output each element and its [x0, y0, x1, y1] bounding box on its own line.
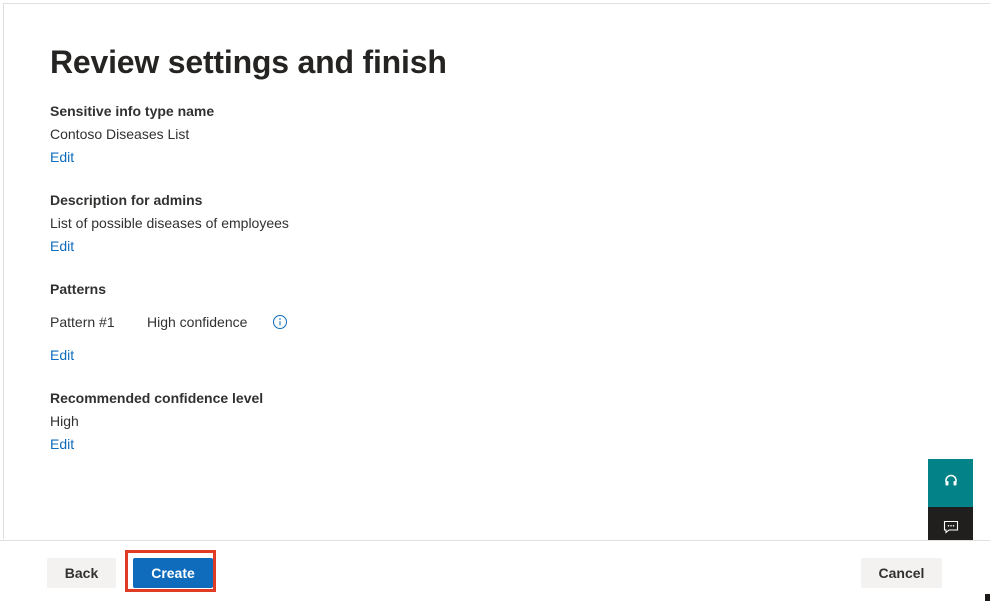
corner-edge — [985, 594, 990, 601]
cancel-button[interactable]: Cancel — [861, 558, 942, 588]
pattern-row: Pattern #1 High confidence — [50, 312, 288, 332]
wizard-footer: Back Create Cancel — [0, 540, 990, 602]
section-patterns: Patterns Pattern #1 High confidence Edit — [50, 279, 288, 365]
review-content: Review settings and finish Sensitive inf… — [50, 40, 910, 452]
pattern-confidence: High confidence — [147, 314, 248, 330]
create-button[interactable]: Create — [133, 558, 213, 588]
section-confidence-level: Recommended confidence level High Edit — [50, 388, 263, 454]
panel-top-divider — [3, 3, 990, 4]
section-label: Patterns — [50, 281, 107, 297]
section-value: Contoso Diseases List — [50, 126, 190, 142]
section-label: Description for admins — [50, 192, 203, 208]
section-description: Description for admins List of possible … — [50, 190, 289, 256]
edit-description-link[interactable]: Edit — [50, 236, 74, 256]
edit-confidence-link[interactable]: Edit — [50, 434, 74, 454]
edit-patterns-link[interactable]: Edit — [50, 345, 74, 365]
panel-left-divider — [3, 3, 4, 539]
edit-name-link[interactable]: Edit — [50, 147, 74, 167]
page-title: Review settings and finish — [50, 44, 447, 80]
review-wizard-page: Review settings and finish Sensitive inf… — [0, 0, 990, 602]
section-value: List of possible diseases of employees — [50, 215, 289, 231]
pattern-name: Pattern #1 — [50, 314, 115, 330]
headset-icon — [944, 474, 958, 493]
back-button[interactable]: Back — [47, 558, 116, 588]
info-icon[interactable] — [272, 314, 288, 330]
section-label: Recommended confidence level — [50, 390, 264, 406]
feedback-chat-icon — [943, 520, 959, 539]
section-label: Sensitive info type name — [50, 103, 215, 119]
help-button[interactable] — [928, 459, 973, 507]
section-info-type-name: Sensitive info type name Contoso Disease… — [50, 101, 214, 167]
section-value: High — [50, 413, 79, 429]
